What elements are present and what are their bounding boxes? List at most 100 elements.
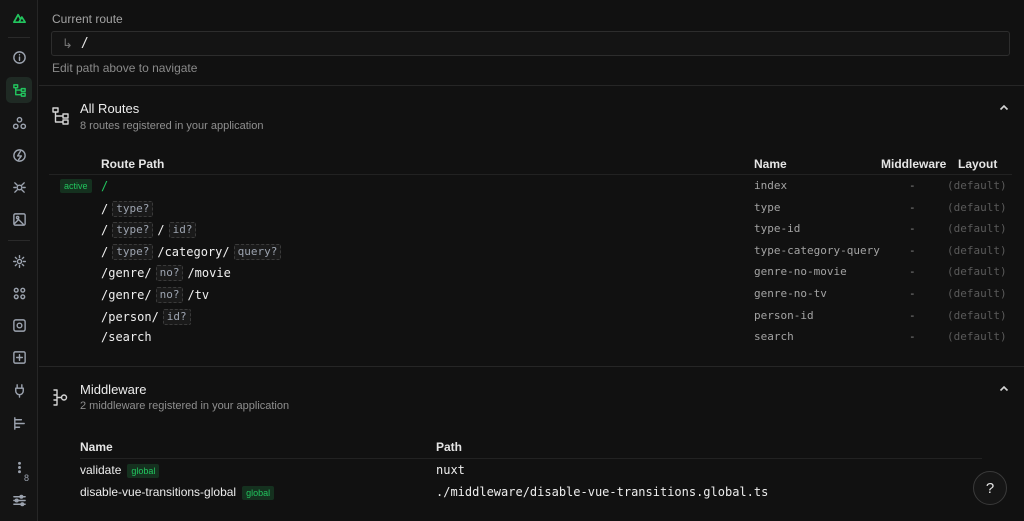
- route-param: type?: [112, 222, 154, 239]
- middleware-name-cell: validate global: [80, 463, 160, 478]
- nuxt-logo-icon[interactable]: [6, 4, 32, 30]
- middleware-path-cell: ./middleware/disable-vue-transitions.glo…: [436, 485, 769, 499]
- table-row[interactable]: disable-vue-transitions-global global ./mi…: [39, 482, 1024, 503]
- table-row[interactable]: / type?/category/query? type-category-quer…: [39, 241, 1024, 262]
- table-row[interactable]: active / index - (default): [39, 176, 1024, 197]
- modules-icon[interactable]: [6, 174, 32, 200]
- timeline-icon[interactable]: [6, 410, 32, 436]
- middleware-name-cell: disable-vue-transitions-global global: [80, 485, 275, 500]
- route-middleware-cell: -: [909, 330, 916, 344]
- route-segment: /tv: [187, 288, 210, 302]
- route-segment: /movie: [187, 266, 231, 281]
- middleware-section: Middleware 2 middleware registered in yo…: [39, 368, 1024, 521]
- table-row[interactable]: / type? / id? type-id - (default): [39, 219, 1024, 240]
- hooks-icon[interactable]: [6, 377, 32, 403]
- route-path-cell[interactable]: /person/id?: [101, 308, 194, 325]
- route-param: type?: [112, 200, 154, 217]
- col-layout: Layout: [958, 157, 998, 171]
- route-layout-cell: (default): [947, 179, 1007, 192]
- route-name-cell: index: [754, 179, 788, 192]
- col-name: Name: [754, 157, 787, 171]
- route-layout-cell: (default): [947, 222, 1007, 236]
- components-icon[interactable]: [6, 110, 32, 136]
- section-title[interactable]: Middleware: [80, 382, 146, 397]
- route-segment: /: [101, 223, 109, 238]
- route-layout-cell: (default): [947, 200, 1007, 214]
- all-routes-section: All Routes 8 routes registered in your a…: [39, 87, 1024, 367]
- plugins-icon[interactable]: [6, 280, 32, 306]
- route-layout-cell: (default): [947, 330, 1007, 344]
- collapse-chevron-icon[interactable]: [998, 382, 1010, 394]
- col-mw-name: Name: [80, 440, 113, 454]
- route-name-cell: genre-no-movie: [754, 265, 847, 279]
- collapse-chevron-icon[interactable]: [998, 101, 1010, 113]
- route-segment: /person/: [101, 309, 159, 324]
- route-layout-cell: (default): [947, 265, 1007, 279]
- active-badge: active: [60, 179, 92, 193]
- middleware-icon: [51, 387, 71, 407]
- route-name-cell: type-category-query: [754, 243, 880, 257]
- route-layout-cell: (default): [947, 308, 1007, 322]
- table-row[interactable]: validate global nuxt: [39, 460, 1024, 481]
- preferences-icon[interactable]: [6, 487, 32, 513]
- help-button[interactable]: ?: [973, 471, 1007, 505]
- global-badge: global: [242, 486, 275, 500]
- runtime-config-icon[interactable]: [6, 312, 32, 338]
- route-path-cell[interactable]: /genre/no?/movie: [101, 265, 231, 282]
- route-middleware-cell: -: [909, 243, 916, 257]
- route-layout-cell: (default): [947, 243, 1007, 257]
- route-path-cell[interactable]: / type?/category/query?: [101, 243, 284, 260]
- route-segment: /: [101, 201, 109, 216]
- settings-icon[interactable]: [6, 248, 32, 274]
- col-mw-path: Path: [436, 440, 463, 454]
- route-name-cell: search: [754, 330, 794, 344]
- table-row[interactable]: /search search - (default): [39, 327, 1024, 348]
- route-path-cell[interactable]: /: [101, 179, 108, 193]
- route-middleware-cell: -: [909, 265, 916, 279]
- route-middleware-cell: -: [909, 179, 916, 192]
- middleware-name: validate: [80, 463, 122, 477]
- main-panel: Current route ↳ / Edit path above to nav…: [39, 0, 1024, 521]
- table-row[interactable]: /genre/no?/tv genre-no-tv - (default): [39, 284, 1024, 305]
- route-param: id?: [168, 222, 197, 239]
- col-route-path: Route Path: [101, 157, 165, 171]
- route-path-cell[interactable]: /search: [101, 330, 152, 344]
- more-count-badge: 8: [24, 473, 30, 483]
- route-segment: /: [101, 244, 109, 259]
- info-icon[interactable]: [6, 44, 32, 70]
- route-path-cell[interactable]: / type?: [101, 200, 156, 217]
- route-segment: /genre/: [101, 288, 152, 302]
- route-path-input[interactable]: ↳ /: [51, 31, 1010, 56]
- route-path-value[interactable]: /: [81, 36, 89, 51]
- table-row[interactable]: / type? type - (default): [39, 198, 1024, 219]
- table-row[interactable]: /person/id? person-id - (default): [39, 306, 1024, 327]
- route-param: id?: [162, 308, 191, 325]
- route-middleware-cell: -: [909, 200, 916, 214]
- payload-icon[interactable]: [6, 344, 32, 370]
- imports-icon[interactable]: [6, 142, 32, 168]
- current-route-label: Current route: [52, 12, 123, 26]
- mw-header-divider: [80, 458, 982, 459]
- middleware-path-cell: nuxt: [436, 463, 465, 477]
- route-segment: /genre/: [101, 266, 152, 281]
- routes-tree-icon: [51, 106, 71, 126]
- route-path-cell[interactable]: / type? / id?: [101, 222, 199, 239]
- route-layout-cell: (default): [947, 287, 1007, 300]
- route-param: query?: [233, 243, 282, 260]
- table-row[interactable]: /genre/no?/movie genre-no-movie - (default): [39, 262, 1024, 283]
- route-param: no?: [155, 287, 184, 303]
- current-route-panel: Current route ↳ / Edit path above to nav…: [39, 0, 1024, 86]
- section-subtitle: 2 middleware registered in your applicat…: [80, 400, 290, 412]
- routes-icon[interactable]: [6, 77, 32, 103]
- route-param: no?: [155, 265, 184, 282]
- assets-icon[interactable]: [6, 206, 32, 232]
- route-name-cell: type: [754, 200, 781, 214]
- route-middleware-cell: -: [909, 287, 916, 300]
- route-segment: /: [157, 223, 165, 238]
- route-middleware-cell: -: [909, 222, 916, 236]
- sidebar: 8: [0, 0, 38, 521]
- route-path-cell[interactable]: /genre/no?/tv: [101, 287, 209, 303]
- global-badge: global: [127, 464, 160, 478]
- section-subtitle: 8 routes registered in your application: [80, 120, 264, 132]
- section-title[interactable]: All Routes: [80, 101, 139, 116]
